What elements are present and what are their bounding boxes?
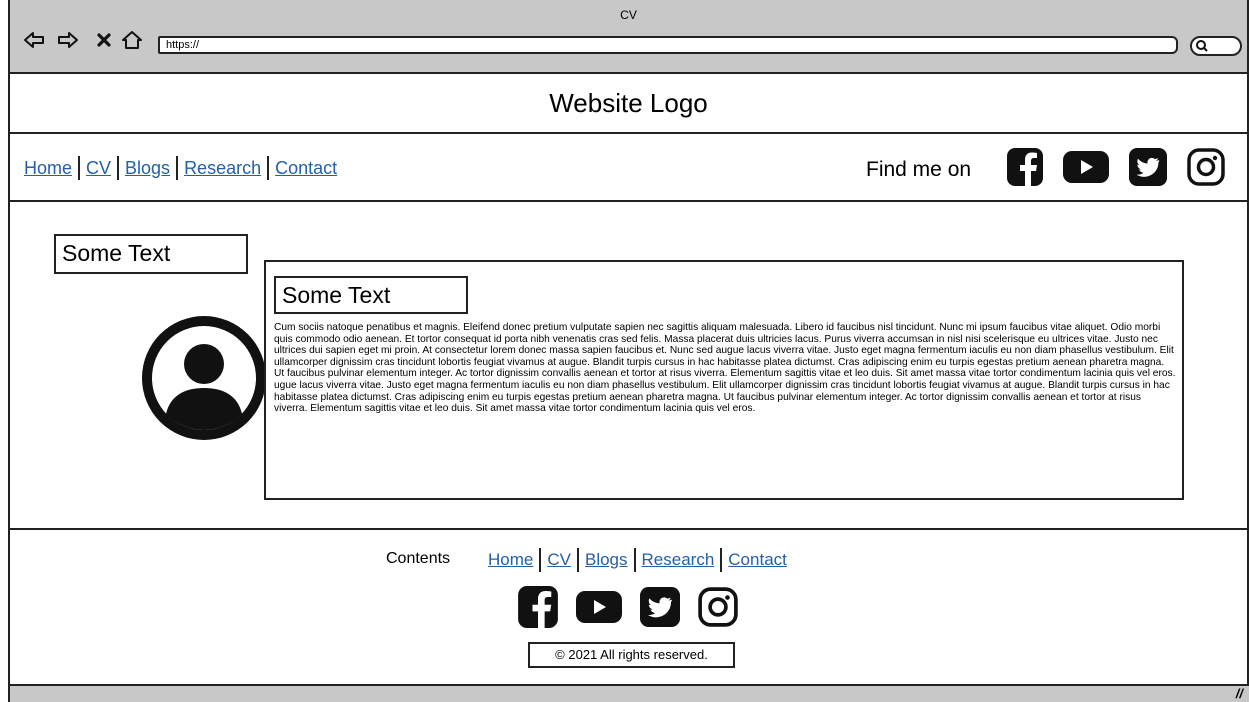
content-paragraph: Cum sociis natoque penatibus et magnis. …: [274, 322, 1176, 415]
footer-nav: Home CV Blogs Research Contact: [488, 548, 787, 572]
home-button[interactable]: [120, 28, 144, 52]
facebook-icon[interactable]: [518, 586, 558, 628]
divider: [117, 156, 120, 180]
find-me-label: Find me on: [866, 158, 972, 181]
nav-link-cv[interactable]: CV: [86, 158, 111, 179]
divider: [267, 156, 270, 180]
twitter-icon[interactable]: [1129, 148, 1167, 186]
youtube-icon[interactable]: [1063, 151, 1109, 183]
window-title: CV: [620, 8, 637, 22]
footer-link-home[interactable]: Home: [488, 550, 533, 570]
divider: [539, 548, 542, 572]
footer-link-research[interactable]: Research: [642, 550, 715, 570]
status-bar: //: [8, 684, 1249, 702]
header-social-links: [1007, 148, 1225, 186]
footer-link-blogs[interactable]: Blogs: [585, 550, 628, 570]
main-content: Some Text Some Text Cum sociis natoque p…: [10, 202, 1247, 530]
nav-link-home[interactable]: Home: [24, 158, 72, 179]
header-nav: Home CV Blogs Research Contact: [24, 156, 337, 180]
browser-chrome: CV https://: [8, 0, 1249, 72]
divider: [633, 548, 636, 572]
stop-button[interactable]: [92, 28, 116, 52]
footer-link-contact[interactable]: Contact: [728, 550, 787, 570]
back-button[interactable]: [22, 28, 46, 52]
twitter-icon[interactable]: [640, 587, 680, 627]
divider: [78, 156, 81, 180]
search-icon: [1196, 40, 1208, 52]
close-icon: [97, 33, 111, 47]
avatar: [142, 316, 266, 440]
footer-link-cv[interactable]: CV: [547, 550, 571, 570]
side-text-box: Some Text: [54, 234, 248, 274]
forward-arrow-icon: [58, 32, 78, 48]
navigation-bar: Home CV Blogs Research Contact Find me o…: [10, 134, 1247, 202]
divider: [576, 548, 579, 572]
divider: [720, 548, 723, 572]
nav-link-contact[interactable]: Contact: [275, 158, 337, 179]
forward-button[interactable]: [56, 28, 80, 52]
content-card: Some Text Cum sociis natoque penatibus e…: [264, 260, 1184, 500]
search-button[interactable]: [1190, 36, 1242, 56]
footer-social-links: [518, 586, 738, 628]
facebook-icon[interactable]: [1007, 148, 1043, 186]
nav-link-blogs[interactable]: Blogs: [125, 158, 170, 179]
instagram-icon[interactable]: [698, 587, 738, 627]
website-logo[interactable]: Website Logo: [549, 88, 708, 119]
address-bar[interactable]: https://: [158, 36, 1178, 54]
header-logo-bar: Website Logo: [10, 72, 1247, 134]
content-title: Some Text: [274, 276, 468, 314]
divider: [176, 156, 179, 180]
nav-link-research[interactable]: Research: [184, 158, 261, 179]
footer: Contents Home CV Blogs Research Contact: [10, 530, 1247, 684]
back-arrow-icon: [24, 32, 44, 48]
footer-contents-label: Contents: [386, 550, 451, 567]
instagram-icon[interactable]: [1187, 148, 1225, 186]
home-icon: [122, 31, 142, 49]
resize-grip-icon[interactable]: //: [1236, 686, 1243, 701]
web-page: Website Logo Home CV Blogs Research Cont…: [8, 72, 1249, 684]
youtube-icon[interactable]: [576, 591, 622, 623]
copyright-notice: © 2021 All rights reserved.: [528, 642, 735, 668]
